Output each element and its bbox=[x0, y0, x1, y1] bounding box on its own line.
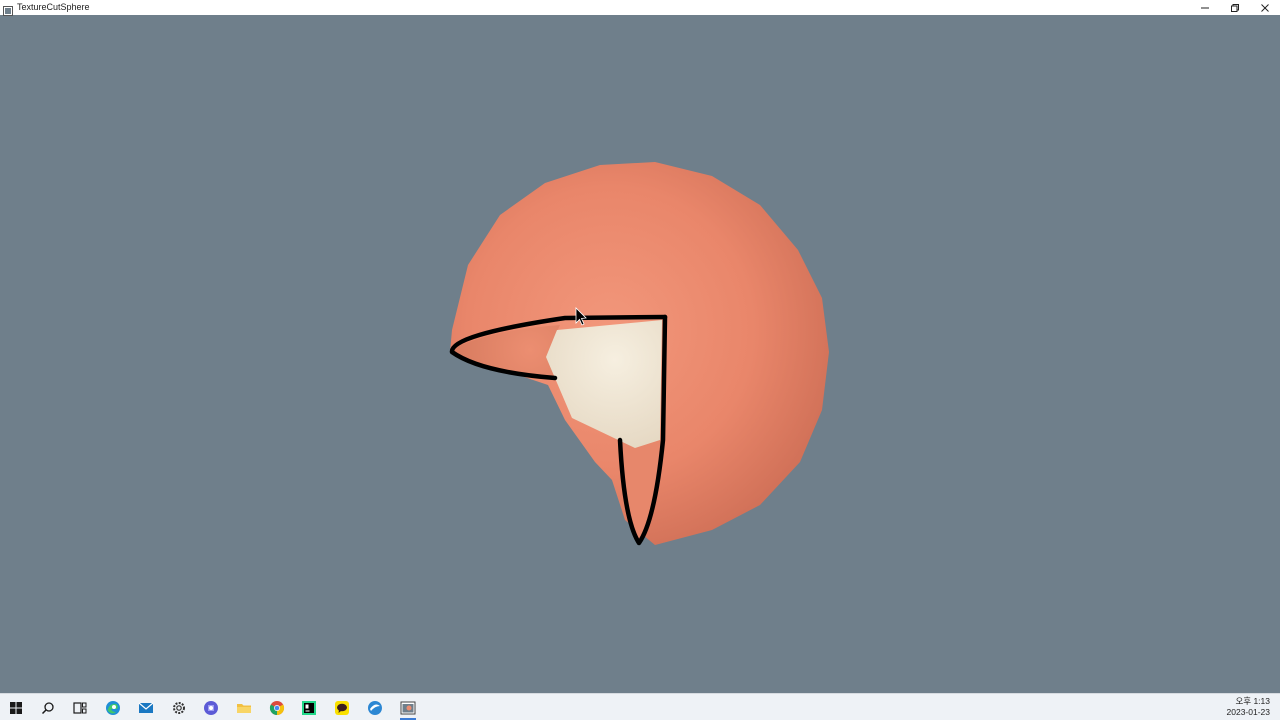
3d-viewport[interactable] bbox=[0, 15, 1280, 693]
texturecutsphere-app-icon bbox=[400, 701, 416, 714]
core-cap[interactable] bbox=[546, 320, 662, 448]
taskbar-chrome[interactable] bbox=[264, 697, 290, 718]
copilot-icon bbox=[204, 700, 218, 715]
window-title: TextureCutSphere bbox=[17, 2, 90, 12]
app-icon bbox=[3, 3, 13, 16]
app-icon bbox=[368, 700, 382, 715]
taskbar-texturecutsphere[interactable] bbox=[395, 697, 421, 720]
chrome-icon bbox=[269, 700, 285, 715]
taskbar-kakaotalk[interactable] bbox=[329, 697, 355, 718]
pycharm-icon bbox=[302, 700, 316, 715]
start-icon bbox=[10, 701, 22, 714]
window-controls bbox=[1190, 0, 1280, 15]
mail-icon bbox=[138, 702, 154, 713]
task-view-icon bbox=[73, 701, 87, 714]
task-view-button[interactable] bbox=[67, 697, 93, 718]
start-button[interactable] bbox=[3, 697, 29, 718]
minimize-icon bbox=[1201, 7, 1209, 8]
close-button[interactable] bbox=[1250, 0, 1280, 15]
taskbar-edge[interactable] bbox=[100, 697, 126, 718]
taskbar-settings[interactable] bbox=[166, 697, 192, 718]
edge-browser-icon bbox=[106, 700, 120, 715]
taskbar-copilot[interactable] bbox=[198, 697, 224, 718]
file-explorer-icon bbox=[237, 703, 251, 713]
minimize-button[interactable] bbox=[1190, 0, 1220, 15]
taskbar-file-explorer[interactable] bbox=[231, 697, 257, 718]
search-button[interactable] bbox=[35, 697, 61, 718]
scene-canvas[interactable] bbox=[0, 15, 1280, 693]
kakaotalk-icon bbox=[335, 700, 349, 715]
taskbar-app[interactable] bbox=[362, 697, 388, 718]
system-clock[interactable]: 오후 1:13 2023-01-23 bbox=[1227, 696, 1270, 718]
close-icon bbox=[1261, 3, 1269, 12]
restore-icon bbox=[1231, 3, 1239, 12]
taskbar: 오후 1:13 2023-01-23 bbox=[0, 693, 1280, 720]
title-bar[interactable]: TextureCutSphere bbox=[0, 0, 1280, 16]
settings-icon bbox=[173, 701, 185, 714]
search-icon bbox=[41, 701, 54, 714]
restore-button[interactable] bbox=[1220, 0, 1250, 15]
taskbar-mail[interactable] bbox=[133, 697, 159, 718]
app-window: TextureCutSphere bbox=[0, 0, 1280, 693]
taskbar-pycharm[interactable] bbox=[296, 697, 322, 718]
clock-date: 2023-01-23 bbox=[1226, 707, 1270, 717]
clock-time: 오후 1:13 bbox=[1235, 696, 1270, 706]
